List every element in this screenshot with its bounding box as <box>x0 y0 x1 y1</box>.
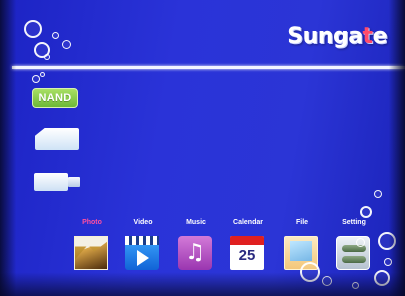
menu-item-video[interactable]: Video <box>119 219 167 285</box>
bubble-decoration <box>32 75 40 83</box>
music-icon: ♫ <box>178 236 212 270</box>
bubble-decoration <box>360 206 372 218</box>
menu-item-calendar[interactable]: Calendar 25 <box>224 219 272 285</box>
header-divider <box>12 66 405 69</box>
bubble-decoration <box>384 258 392 266</box>
brand-logo-text-end: e <box>372 24 388 49</box>
photo-frame-screen: Sungate NAND Photo Video Music ♫ Calenda… <box>0 0 405 296</box>
bubble-decoration <box>356 238 365 247</box>
bubble-decoration <box>300 262 320 282</box>
bubble-decoration <box>378 232 396 250</box>
bubble-decoration <box>352 282 359 289</box>
bubble-decoration <box>44 54 50 60</box>
menu-item-music[interactable]: Music ♫ <box>172 219 220 285</box>
bubble-decoration <box>322 276 332 286</box>
nand-storage-button[interactable]: NAND <box>32 88 78 108</box>
calendar-icon: 25 <box>230 236 264 270</box>
video-icon <box>125 236 159 270</box>
bubble-decoration <box>374 270 390 286</box>
photo-icon <box>74 236 108 270</box>
bubble-decoration <box>24 20 42 38</box>
usb-drive-body <box>34 173 68 191</box>
sd-card-icon[interactable] <box>35 128 79 150</box>
usb-drive-icon[interactable] <box>34 172 80 192</box>
brand-logo-accent: t <box>362 24 374 49</box>
bubble-decoration <box>52 32 59 39</box>
calendar-day-number: 25 <box>238 247 256 264</box>
brand-logo: Sungate <box>287 24 387 49</box>
brand-logo-text: Sunga <box>287 24 363 49</box>
bubble-decoration <box>374 190 382 198</box>
menu-item-photo[interactable]: Photo <box>68 219 116 285</box>
menu-item-setting[interactable]: Setting <box>330 219 378 285</box>
main-menu: Photo Video Music ♫ Calendar 25 File Set… <box>68 219 388 285</box>
bubble-decoration <box>62 40 71 49</box>
menu-item-label: Setting <box>342 219 366 226</box>
usb-drive-plug <box>68 177 80 187</box>
bubble-decoration <box>40 72 45 77</box>
